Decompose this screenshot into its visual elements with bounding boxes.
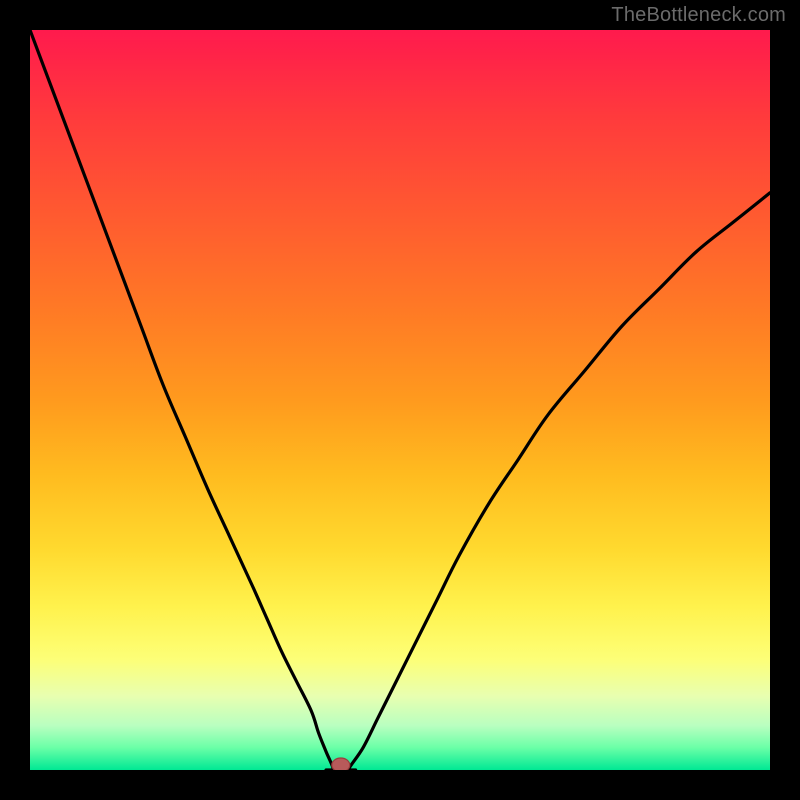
watermark-text: TheBottleneck.com bbox=[611, 4, 786, 27]
bottleneck-curve bbox=[30, 30, 770, 770]
chart-frame: TheBottleneck.com bbox=[0, 0, 800, 800]
minimum-marker bbox=[332, 758, 350, 770]
plot-area bbox=[30, 30, 770, 770]
bottleneck-curve-svg bbox=[30, 30, 770, 770]
